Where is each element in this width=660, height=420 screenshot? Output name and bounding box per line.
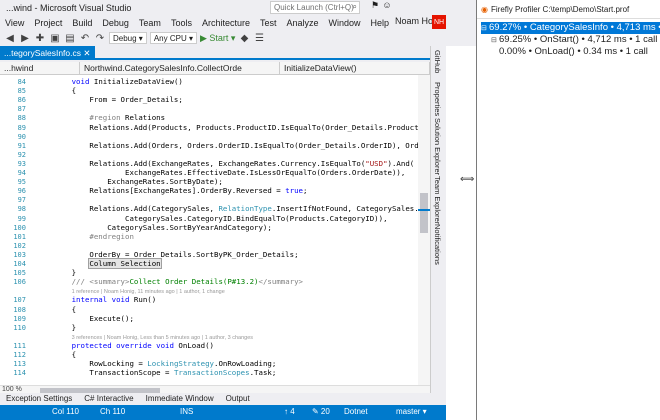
menu-item-help[interactable]: Help — [366, 18, 395, 28]
document-tab-row: ...tegorySalesInfo.cs ✕ — [0, 46, 430, 60]
menu-item-window[interactable]: Window — [324, 18, 366, 28]
code-line[interactable]: Relations.Add(Products, Products.Product… — [36, 123, 418, 133]
quick-launch-placeholder: Quick Launch (Ctrl+Q) — [274, 3, 354, 12]
profiler-row-label: 69.27% • CategorySalesInfo • 4,713 ms • … — [489, 22, 660, 33]
profiler-row[interactable]: ⊟ 69.27% • CategorySalesInfo • 4,713 ms •… — [481, 22, 660, 34]
profiler-row[interactable]: 0.00% • OnLoad() • 0.34 ms • 1 call — [491, 46, 660, 58]
code-line[interactable]: Relations.Add(Orders, Orders.OrderID.IsE… — [36, 141, 418, 151]
line-number-gutter: 84 85 86 87 88 89 90 91 92 93 94 95 96 97 98 99 100 101 10… — [0, 75, 28, 385]
profiler-row-label: 0.00% • OnLoad() • 0.34 ms • 1 call — [499, 46, 648, 57]
side-tab-notifications[interactable]: Notifications — [433, 224, 442, 265]
status-insert-mode: INS — [180, 407, 194, 416]
forward-icon[interactable]: ▶ — [19, 33, 31, 44]
configuration-select[interactable]: Debug ▾ — [109, 32, 147, 44]
tool-window-tabs: Exception Settings C# Interactive Immediat… — [0, 393, 476, 405]
save-icon[interactable]: ▣ — [49, 33, 61, 44]
search-icon: ⌕ — [352, 2, 357, 11]
status-column: Col 110 — [52, 407, 79, 416]
platform-select[interactable]: Any CPU ▾ — [149, 32, 197, 44]
menu-item-team[interactable]: Team — [134, 18, 166, 28]
menu-item-tools[interactable]: Tools — [166, 18, 197, 28]
bookmark-icon[interactable]: ◆ — [238, 33, 250, 44]
status-char: Ch 110 — [100, 407, 126, 416]
tab-output[interactable]: Output — [220, 393, 256, 405]
side-tab-github[interactable]: GitHub — [433, 50, 442, 73]
platform-value: Any CPU — [153, 33, 187, 43]
save-all-icon[interactable]: ▤ — [64, 33, 76, 44]
profiler-row-label: 69.25% • OnStart() • 4,712 ms • 1 call — [499, 34, 658, 45]
side-tab-solution-explorer[interactable]: Solution Explorer — [433, 118, 442, 175]
window-title: ...wind - Microsoft Visual Studio — [6, 3, 132, 13]
class-dropdown[interactable]: Northwind.CategorySalesInfo.CollectOrde — [80, 62, 280, 74]
comment-icon[interactable]: ☰ — [253, 33, 265, 44]
tab-c-interactive[interactable]: C# Interactive — [78, 393, 139, 405]
status-branch[interactable]: master ▾ — [396, 407, 427, 416]
menu-item-view[interactable]: View — [0, 18, 29, 28]
profiler-window: ◉ Firefly Profiler C:\temp\Demo\Start.pr… — [476, 0, 660, 420]
menu-item-analyze[interactable]: Analyze — [282, 18, 324, 28]
status-bar: Col 110 Ch 110 INS ↑ 4 ✎ 20 Dotnet maste… — [0, 405, 476, 420]
profiler-tree: ⊟ 69.27% • CategorySalesInfo • 4,713 ms •… — [477, 18, 660, 420]
toolbar: ◀ ▶ ✚ ▣ ▤ ↶ ↷ Debug ▾ Any CPU ▾ ▶ Start … — [0, 30, 476, 46]
visual-studio-window: ...wind - Microsoft Visual Studio Quick … — [0, 0, 476, 420]
profiler-row[interactable]: ⊟ 69.25% • OnStart() • 4,712 ms • 1 call — [491, 34, 660, 46]
code-line[interactable]: Relations[ExchangeRates].OrderBy.Reverse… — [36, 186, 307, 196]
configuration-value: Debug — [113, 33, 137, 43]
zoom-level[interactable]: 100 % — [2, 386, 22, 393]
profiler-title: Firefly Profiler C:\temp\Demo\Start.prof — [490, 4, 630, 14]
back-icon[interactable]: ◀ — [4, 33, 16, 44]
profiler-title-bar: ◉ Firefly Profiler C:\temp\Demo\Start.pr… — [477, 0, 660, 18]
code-line[interactable]: #endregion — [36, 232, 134, 242]
tab-immediate-window[interactable]: Immediate Window — [140, 393, 220, 405]
notification-flag-icon[interactable]: ⚑ — [370, 0, 380, 12]
status-changes[interactable]: ✎ 20 — [312, 407, 330, 416]
menu-item-debug[interactable]: Debug — [97, 18, 134, 28]
menu-item-project[interactable]: Project — [29, 18, 67, 28]
tab-category-sales-info[interactable]: ...tegorySalesInfo.cs ✕ — [0, 46, 95, 60]
title-bar: ...wind - Microsoft Visual Studio Quick … — [0, 0, 476, 16]
tab-exception-settings[interactable]: Exception Settings — [0, 393, 78, 405]
code-line[interactable]: From = Order_Details; — [36, 95, 182, 105]
resize-cursor-icon: ⟺ — [460, 174, 475, 185]
window-gap: ⟺ — [446, 46, 476, 420]
collapse-icon[interactable]: ⊟ — [481, 23, 489, 35]
member-dropdown[interactable]: InitializeDataView() — [280, 62, 430, 74]
scroll-thumb[interactable] — [420, 193, 428, 233]
start-button[interactable]: ▶ Start ▾ — [200, 33, 235, 44]
code-editor[interactable]: 84 85 86 87 88 89 90 91 92 93 94 95 96 97 98 99 100 101 10… — [0, 75, 418, 385]
redo-icon[interactable]: ↷ — [94, 33, 106, 44]
undo-icon[interactable]: ↶ — [79, 33, 91, 44]
avatar[interactable]: NH — [432, 15, 446, 29]
menu-item-test[interactable]: Test — [255, 18, 282, 28]
horizontal-scrollbar[interactable]: 100 % — [0, 385, 430, 393]
quick-launch-input[interactable]: Quick Launch (Ctrl+Q) ⌕ — [270, 1, 360, 14]
line-number: 114 — [13, 369, 26, 378]
menu-item-build[interactable]: Build — [67, 18, 97, 28]
side-tool-strip: GitHub Properties Solution Explorer Team Ex… — [430, 46, 446, 393]
new-item-icon[interactable]: ✚ — [34, 33, 46, 44]
feedback-icon[interactable]: ☺ — [382, 0, 392, 12]
caret-marker — [418, 209, 430, 211]
project-dropdown[interactable]: ...hwind — [0, 62, 80, 74]
status-repo[interactable]: Dotnet — [344, 407, 368, 416]
vertical-scrollbar[interactable] — [418, 75, 430, 385]
navigation-bar: ...hwind Northwind.CategorySalesInfo.Col… — [0, 62, 430, 75]
code-line[interactable]: TransactionScope = TransactionScopes.Tas… — [36, 368, 276, 378]
menu-item-architecture[interactable]: Architecture — [197, 18, 255, 28]
status-publish[interactable]: ↑ 4 — [284, 407, 295, 416]
firefly-icon: ◉ — [481, 4, 488, 14]
side-tab-properties[interactable]: Properties — [433, 82, 442, 116]
side-tab-team-explorer[interactable]: Team Explorer — [433, 176, 442, 224]
